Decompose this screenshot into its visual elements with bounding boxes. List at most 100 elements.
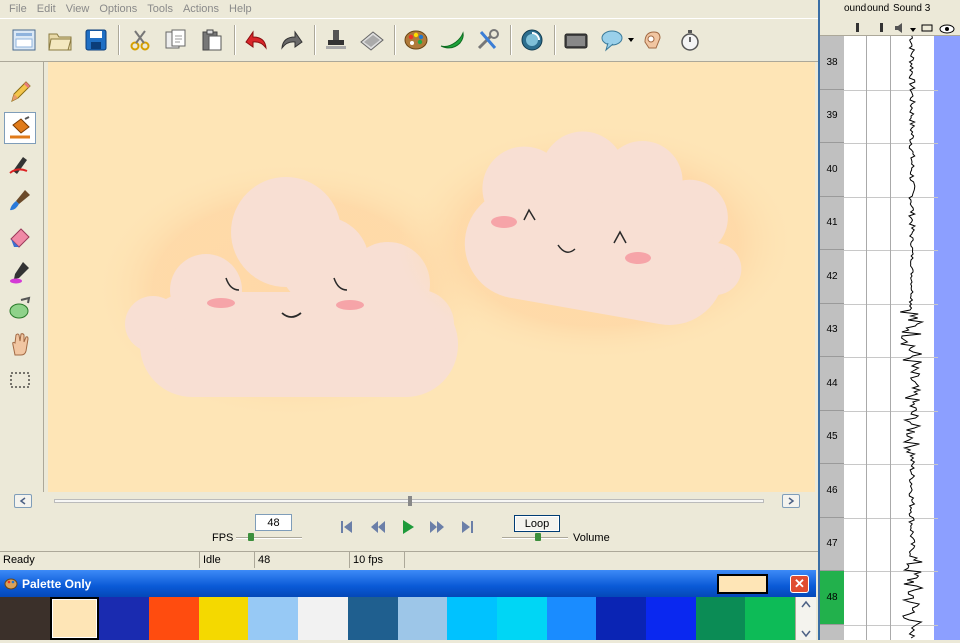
color-swatch[interactable] — [546, 597, 597, 640]
color-swatch[interactable] — [496, 597, 547, 640]
stamp-icon[interactable] — [322, 26, 350, 54]
menu-actions[interactable]: Actions — [178, 3, 224, 15]
pencil-icon[interactable] — [4, 76, 36, 108]
toolbar-separator — [510, 25, 512, 55]
menu-file[interactable]: File — [4, 3, 32, 15]
onion-skin-icon[interactable] — [640, 26, 668, 54]
color-swatch[interactable] — [0, 597, 50, 640]
frame-number[interactable]: 48 — [820, 571, 844, 625]
color-palette-icon[interactable] — [402, 26, 430, 54]
menu-options[interactable]: Options — [94, 3, 142, 15]
frame-number[interactable]: 42 — [820, 250, 844, 304]
camera-icon[interactable] — [562, 26, 590, 54]
status-fps: 10 fps — [350, 552, 405, 568]
undo-icon[interactable] — [242, 26, 270, 54]
palette-scrollbar[interactable] — [795, 597, 816, 640]
paint-bucket-icon[interactable] — [4, 112, 36, 144]
chevron-right-icon — [788, 497, 795, 505]
palette-title-bar[interactable]: Palette Only ✕ — [0, 570, 816, 597]
dropper-icon[interactable] — [4, 256, 36, 288]
open-folder-icon[interactable] — [46, 26, 74, 54]
rotate-icon[interactable] — [518, 26, 546, 54]
color-swatch[interactable] — [99, 597, 150, 640]
timeline-scroll-track[interactable] — [54, 496, 764, 506]
timeline-scroll-thumb[interactable] — [408, 496, 412, 506]
fps-slider[interactable] — [236, 537, 302, 539]
light-table-icon[interactable] — [358, 26, 386, 54]
toolbar-separator — [314, 25, 316, 55]
color-swatch[interactable] — [596, 597, 646, 640]
go-to-end-button[interactable] — [458, 518, 476, 536]
current-color-swatch[interactable] — [717, 574, 768, 594]
menu-help[interactable]: Help — [224, 3, 257, 15]
eye-icon[interactable] — [938, 24, 956, 34]
color-swatch[interactable] — [695, 597, 746, 640]
sound-column-title[interactable]: ound — [844, 3, 866, 14]
cut-scissors-icon[interactable] — [126, 26, 154, 54]
sound-3-column-title[interactable]: Sound 3 — [893, 3, 933, 14]
color-swatch[interactable] — [447, 597, 497, 640]
frame-number[interactable]: 40 — [820, 143, 844, 197]
frame-number[interactable]: 43 — [820, 304, 844, 357]
color-swatch[interactable] — [248, 597, 299, 640]
loop-button[interactable]: Loop — [514, 515, 560, 532]
frame-number[interactable]: 41 — [820, 197, 844, 250]
fast-forward-icon — [430, 521, 444, 533]
frame-number[interactable]: 46 — [820, 464, 844, 518]
fast-forward-button[interactable] — [428, 518, 446, 536]
color-swatch[interactable] — [347, 597, 398, 640]
column-marker — [856, 23, 859, 32]
frame-number[interactable]: 38 — [820, 36, 844, 90]
fill-pot-icon[interactable] — [4, 292, 36, 324]
play-button[interactable] — [399, 518, 417, 536]
eraser-icon[interactable] — [4, 220, 36, 252]
layer-visibility-column — [934, 36, 960, 640]
frame-number[interactable]: 39 — [820, 90, 844, 143]
color-swatch[interactable] — [397, 597, 448, 640]
menu-tools[interactable]: Tools — [142, 3, 178, 15]
go-to-start-button[interactable] — [338, 518, 356, 536]
sound-column-title[interactable]: ound — [867, 3, 889, 14]
speech-bubble-icon[interactable] — [598, 26, 626, 54]
menu-edit[interactable]: Edit — [32, 3, 61, 15]
paint-brush-icon[interactable] — [4, 184, 36, 216]
color-swatch[interactable] — [198, 597, 249, 640]
stopwatch-icon[interactable] — [676, 26, 704, 54]
frame-number[interactable]: 47 — [820, 518, 844, 571]
canvas-horizontal-scrollbar[interactable] — [14, 494, 800, 510]
drawing-canvas[interactable] — [48, 62, 815, 492]
scroll-right-button[interactable] — [782, 494, 800, 508]
fps-input[interactable] — [255, 514, 292, 531]
selection-icon[interactable] — [4, 364, 36, 396]
tools-icon[interactable] — [474, 26, 502, 54]
animation-app-window: File Edit View Options Tools Actions Hel… — [0, 0, 820, 568]
hand-icon[interactable] — [4, 328, 36, 360]
skip-end-icon — [462, 521, 473, 533]
brush-stroke-icon[interactable] — [438, 26, 466, 54]
palette-title: Palette Only — [22, 576, 92, 591]
waveform-line — [900, 36, 925, 639]
volume-slider-knob[interactable] — [535, 533, 541, 541]
status-spacer — [405, 552, 820, 568]
chevron-down-icon[interactable] — [628, 38, 634, 42]
color-swatch[interactable] — [298, 597, 348, 640]
menu-view[interactable]: View — [61, 3, 95, 15]
scroll-left-button[interactable] — [14, 494, 32, 508]
paste-icon[interactable] — [198, 26, 226, 54]
redo-icon[interactable] — [278, 26, 306, 54]
frame-number[interactable]: 45 — [820, 411, 844, 464]
rewind-button[interactable] — [369, 518, 387, 536]
color-swatch[interactable] — [645, 597, 696, 640]
close-button[interactable]: ✕ — [790, 575, 809, 593]
color-swatch[interactable] — [49, 597, 100, 640]
frame-number[interactable]: 44 — [820, 357, 844, 411]
speaker-icon[interactable] — [894, 22, 934, 34]
color-swatch[interactable] — [745, 597, 795, 640]
ink-pen-icon[interactable] — [4, 148, 36, 180]
fps-slider-knob[interactable] — [248, 533, 254, 541]
new-icon[interactable] — [10, 26, 38, 54]
status-bar: Ready Idle 48 10 fps — [0, 551, 820, 568]
save-icon[interactable] — [82, 26, 110, 54]
color-swatch[interactable] — [149, 597, 199, 640]
copy-icon[interactable] — [162, 26, 190, 54]
